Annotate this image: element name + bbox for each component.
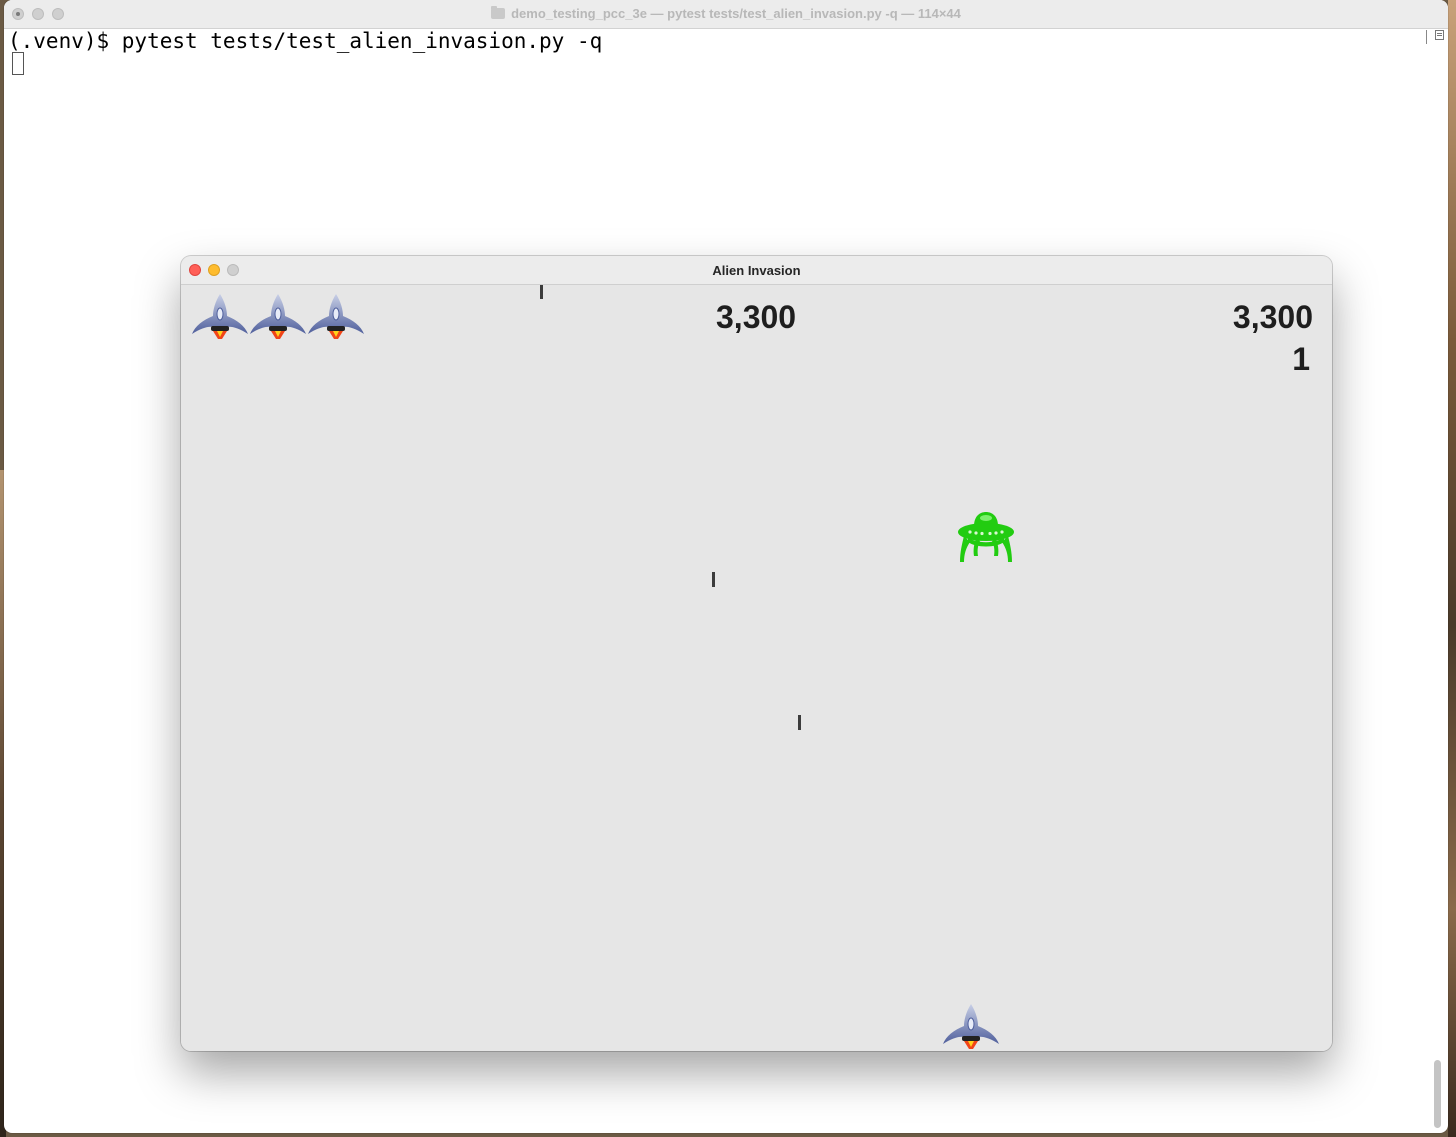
- terminal-title-text: demo_testing_pcc_3e — pytest tests/test_…: [511, 6, 961, 21]
- terminal-titlebar[interactable]: demo_testing_pcc_3e — pytest tests/test_…: [4, 0, 1448, 29]
- terminal-title: demo_testing_pcc_3e — pytest tests/test_…: [4, 6, 1448, 21]
- bullet: [540, 285, 543, 299]
- ship-icon: [192, 294, 248, 339]
- game-window[interactable]: Alien Invasion 3,300 3,300 1: [181, 256, 1332, 1051]
- alien-icon: [958, 512, 1014, 562]
- text-cursor: [12, 52, 24, 75]
- folder-icon: [491, 6, 506, 19]
- ship-icon: [308, 294, 364, 339]
- command-line: (.venv)$ pytest tests/test_alien_invasio…: [8, 29, 603, 53]
- bullet: [798, 715, 801, 730]
- score-display: 3,300: [716, 299, 797, 335]
- level-display: 1: [1292, 341, 1310, 377]
- scrollbar-thumb[interactable]: [1434, 1060, 1441, 1128]
- ship-icon: [250, 294, 306, 339]
- bullet: [712, 572, 715, 587]
- terminal-scrollbar[interactable]: [1432, 30, 1442, 1130]
- terminal-divider: [1426, 30, 1427, 44]
- high-score-display: 3,300: [1232, 299, 1313, 335]
- game-window-title: Alien Invasion: [712, 263, 801, 278]
- game-screen[interactable]: 3,300 3,300 1: [181, 285, 1332, 1051]
- player-ship: [943, 1004, 999, 1049]
- desktop-wallpaper-right: [1448, 0, 1456, 1137]
- game-titlebar[interactable]: Alien Invasion: [181, 256, 1332, 285]
